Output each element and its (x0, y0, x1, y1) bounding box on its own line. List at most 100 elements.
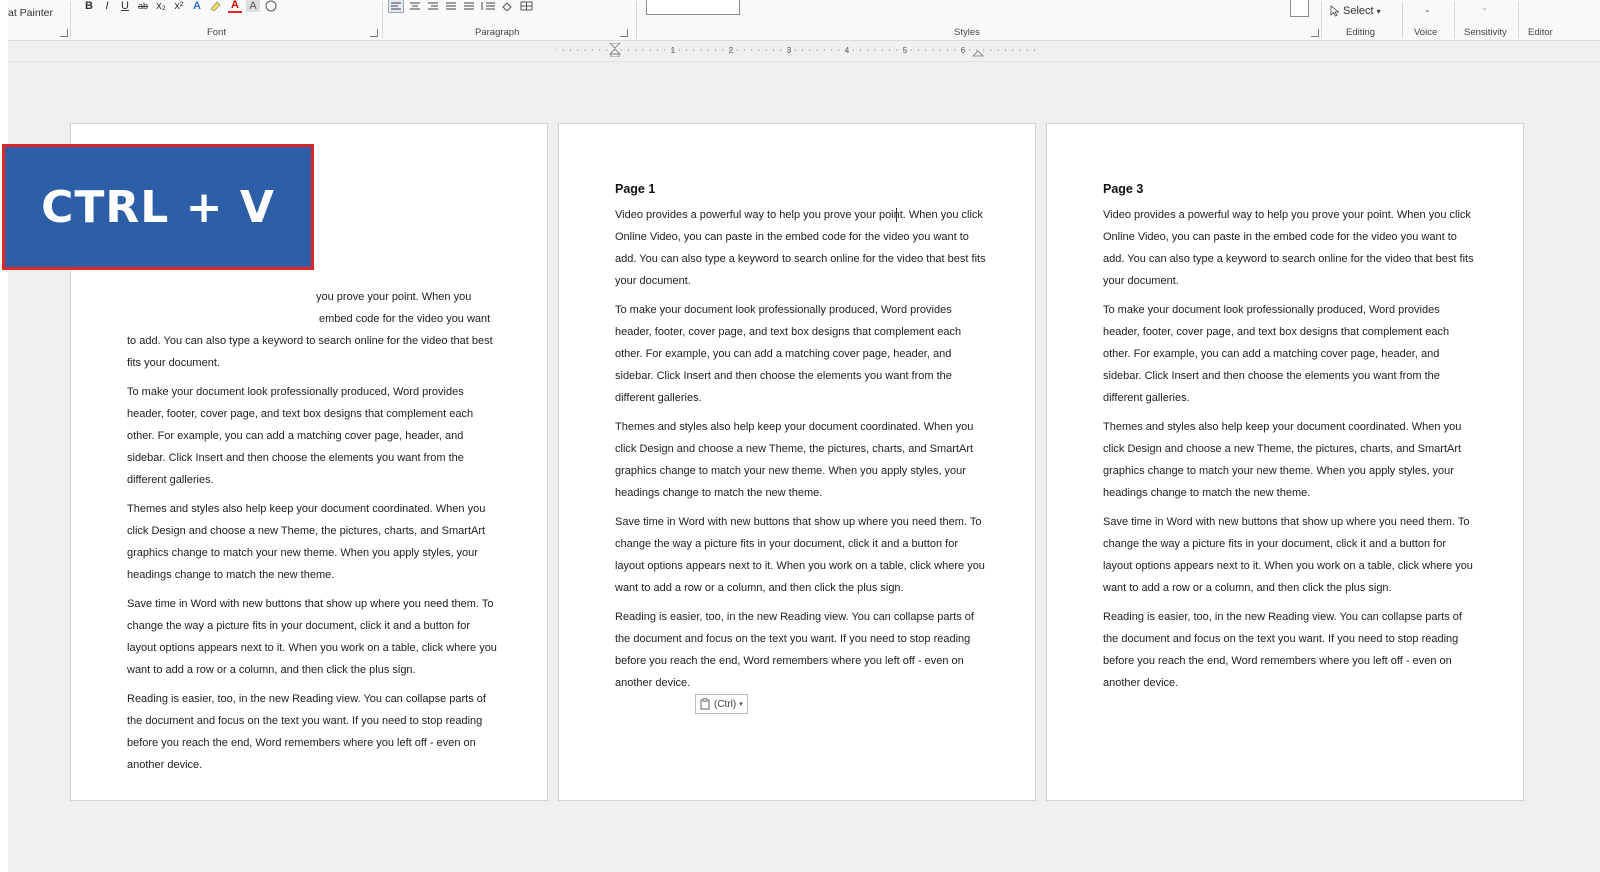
text-effects-button[interactable]: A (190, 0, 204, 12)
text-cursor (896, 208, 897, 222)
page-body[interactable]: Page 1 Video provides a powerful way to … (615, 182, 987, 701)
font-dialog-launcher-icon[interactable] (370, 29, 378, 37)
strikethrough-button[interactable]: ab (136, 0, 150, 12)
group-label-styles: Styles (954, 27, 980, 38)
document-page[interactable]: Page 3 Video provides a powerful way to … (1046, 123, 1524, 801)
horizontal-ruler[interactable]: 1 2 3 4 5 6 (556, 43, 1040, 57)
window-edge (0, 0, 8, 872)
justify-button[interactable] (444, 0, 458, 12)
paragraph[interactable]: Reading is easier, too, in the new Readi… (615, 606, 987, 694)
style-gallery-item[interactable] (646, 0, 740, 15)
paragraph[interactable]: Themes and styles also help keep your do… (1103, 416, 1475, 504)
group-label-voice: Voice (1414, 27, 1438, 38)
align-right-button[interactable] (426, 0, 440, 12)
style-gallery-more[interactable] (1290, 0, 1309, 17)
page-body[interactable]: you prove your point. When you embed cod… (127, 182, 499, 783)
sensitivity-chevron-icon[interactable]: ⌄ (1481, 3, 1488, 12)
ruler-number: 2 (729, 46, 734, 55)
paragraph[interactable]: Video provides a powerful way to help yo… (615, 204, 987, 292)
shortcut-overlay: CTRL + V (2, 144, 314, 270)
page-heading: Page 1 (615, 182, 656, 196)
paint-bucket-icon (502, 2, 512, 11)
paragraph[interactable]: Save time in Word with new buttons that … (127, 593, 499, 681)
group-separator (1321, 2, 1322, 38)
ruler-number: 6 (961, 46, 966, 55)
left-indent-marker[interactable] (610, 53, 620, 57)
superscript-button[interactable]: x² (172, 0, 186, 12)
paragraph[interactable]: Reading is easier, too, in the new Readi… (1103, 606, 1475, 694)
document-page[interactable]: Page 1 Video provides a powerful way to … (558, 123, 1036, 801)
line-spacing-icon (481, 2, 495, 10)
align-left-icon (391, 2, 401, 10)
page-body[interactable]: Page 3 Video provides a powerful way to … (1103, 182, 1475, 701)
clipboard-dialog-launcher-icon[interactable] (60, 29, 68, 37)
group-separator (382, 2, 383, 38)
format-painter-button[interactable]: at Painter (8, 7, 53, 19)
align-left-button[interactable] (388, 0, 404, 13)
dictate-chevron-icon[interactable]: ⌄ (1424, 5, 1431, 14)
ribbon: at Painter B I U ab x₂ x² A A A Font Par… (8, 0, 1600, 41)
page-heading: Page 3 (1103, 182, 1144, 196)
first-line-indent-marker[interactable] (609, 43, 621, 49)
paragraph-toolbar (388, 0, 534, 13)
distributed-icon (464, 2, 474, 10)
select-button[interactable]: Select ▾ (1330, 5, 1381, 17)
group-label-font: Font (207, 27, 227, 38)
character-shading-button[interactable]: A (246, 0, 260, 12)
line-spacing-button[interactable] (480, 0, 496, 12)
group-label-sensitivity: Sensitivity (1464, 27, 1507, 38)
subscript-button[interactable]: x₂ (154, 0, 168, 12)
paragraph[interactable]: Reading is easier, too, in the new Readi… (127, 688, 499, 776)
shading-button[interactable] (500, 0, 516, 12)
paragraph[interactable]: To make your document look professionall… (615, 299, 987, 409)
paragraph[interactable]: Video provides a powerful way to help yo… (1103, 204, 1475, 292)
ruler-number: 3 (787, 46, 792, 55)
paragraph[interactable]: Save time in Word with new buttons that … (615, 511, 987, 599)
group-separator (1454, 2, 1455, 38)
styles-dialog-launcher-icon[interactable] (1311, 29, 1319, 37)
highlight-color-button[interactable] (208, 0, 224, 12)
group-label-paragraph: Paragraph (475, 27, 520, 38)
hanging-indent-marker[interactable] (609, 48, 621, 55)
borders-button[interactable] (520, 0, 534, 12)
ruler-number: 5 (903, 46, 908, 55)
ruler-number: 4 (845, 46, 850, 55)
right-indent-marker[interactable] (972, 50, 984, 57)
font-color-button[interactable]: A (228, 0, 242, 13)
distributed-button[interactable] (462, 0, 476, 12)
align-center-icon (410, 2, 420, 10)
group-label-editor: Editor (1528, 27, 1553, 38)
paragraph[interactable]: Themes and styles also help keep your do… (127, 498, 499, 586)
paragraph[interactable]: Save time in Word with new buttons that … (1103, 511, 1475, 599)
paragraph-dialog-launcher-icon[interactable] (620, 29, 628, 37)
paragraph[interactable]: embed code for the video you want to add… (127, 308, 499, 374)
borders-icon (520, 1, 533, 11)
group-separator (1402, 2, 1403, 38)
align-center-button[interactable] (408, 0, 422, 12)
group-separator (1518, 2, 1519, 38)
paste-options-label: (Ctrl) (714, 698, 737, 710)
paragraph[interactable]: you prove your point. When you (127, 286, 499, 308)
paste-options-button[interactable]: (Ctrl) ▾ (695, 694, 748, 714)
shortcut-text: CTRL + V (41, 181, 275, 233)
group-label-editing: Editing (1346, 27, 1376, 38)
justify-icon (446, 2, 456, 10)
font-toolbar: B I U ab x₂ x² A A A (82, 0, 278, 13)
chevron-down-icon: ▾ (1376, 6, 1381, 16)
italic-button[interactable]: I (100, 0, 114, 12)
enclosed-char-icon (265, 0, 277, 12)
group-separator (636, 2, 637, 38)
chevron-down-icon: ▾ (739, 701, 743, 708)
clipboard-icon (700, 698, 710, 710)
paragraph[interactable]: To make your document look professionall… (127, 381, 499, 491)
align-right-icon (428, 2, 438, 10)
select-label: Select (1343, 5, 1374, 17)
enclose-characters-button[interactable] (264, 0, 278, 12)
paragraph[interactable]: Themes and styles also help keep your do… (615, 416, 987, 504)
bold-button[interactable]: B (82, 0, 96, 12)
ruler-number: 1 (671, 46, 676, 55)
underline-button[interactable]: U (118, 0, 132, 12)
paragraph[interactable]: To make your document look professionall… (1103, 299, 1475, 409)
highlighter-icon (210, 1, 221, 12)
cursor-arrow-icon (1330, 5, 1340, 17)
